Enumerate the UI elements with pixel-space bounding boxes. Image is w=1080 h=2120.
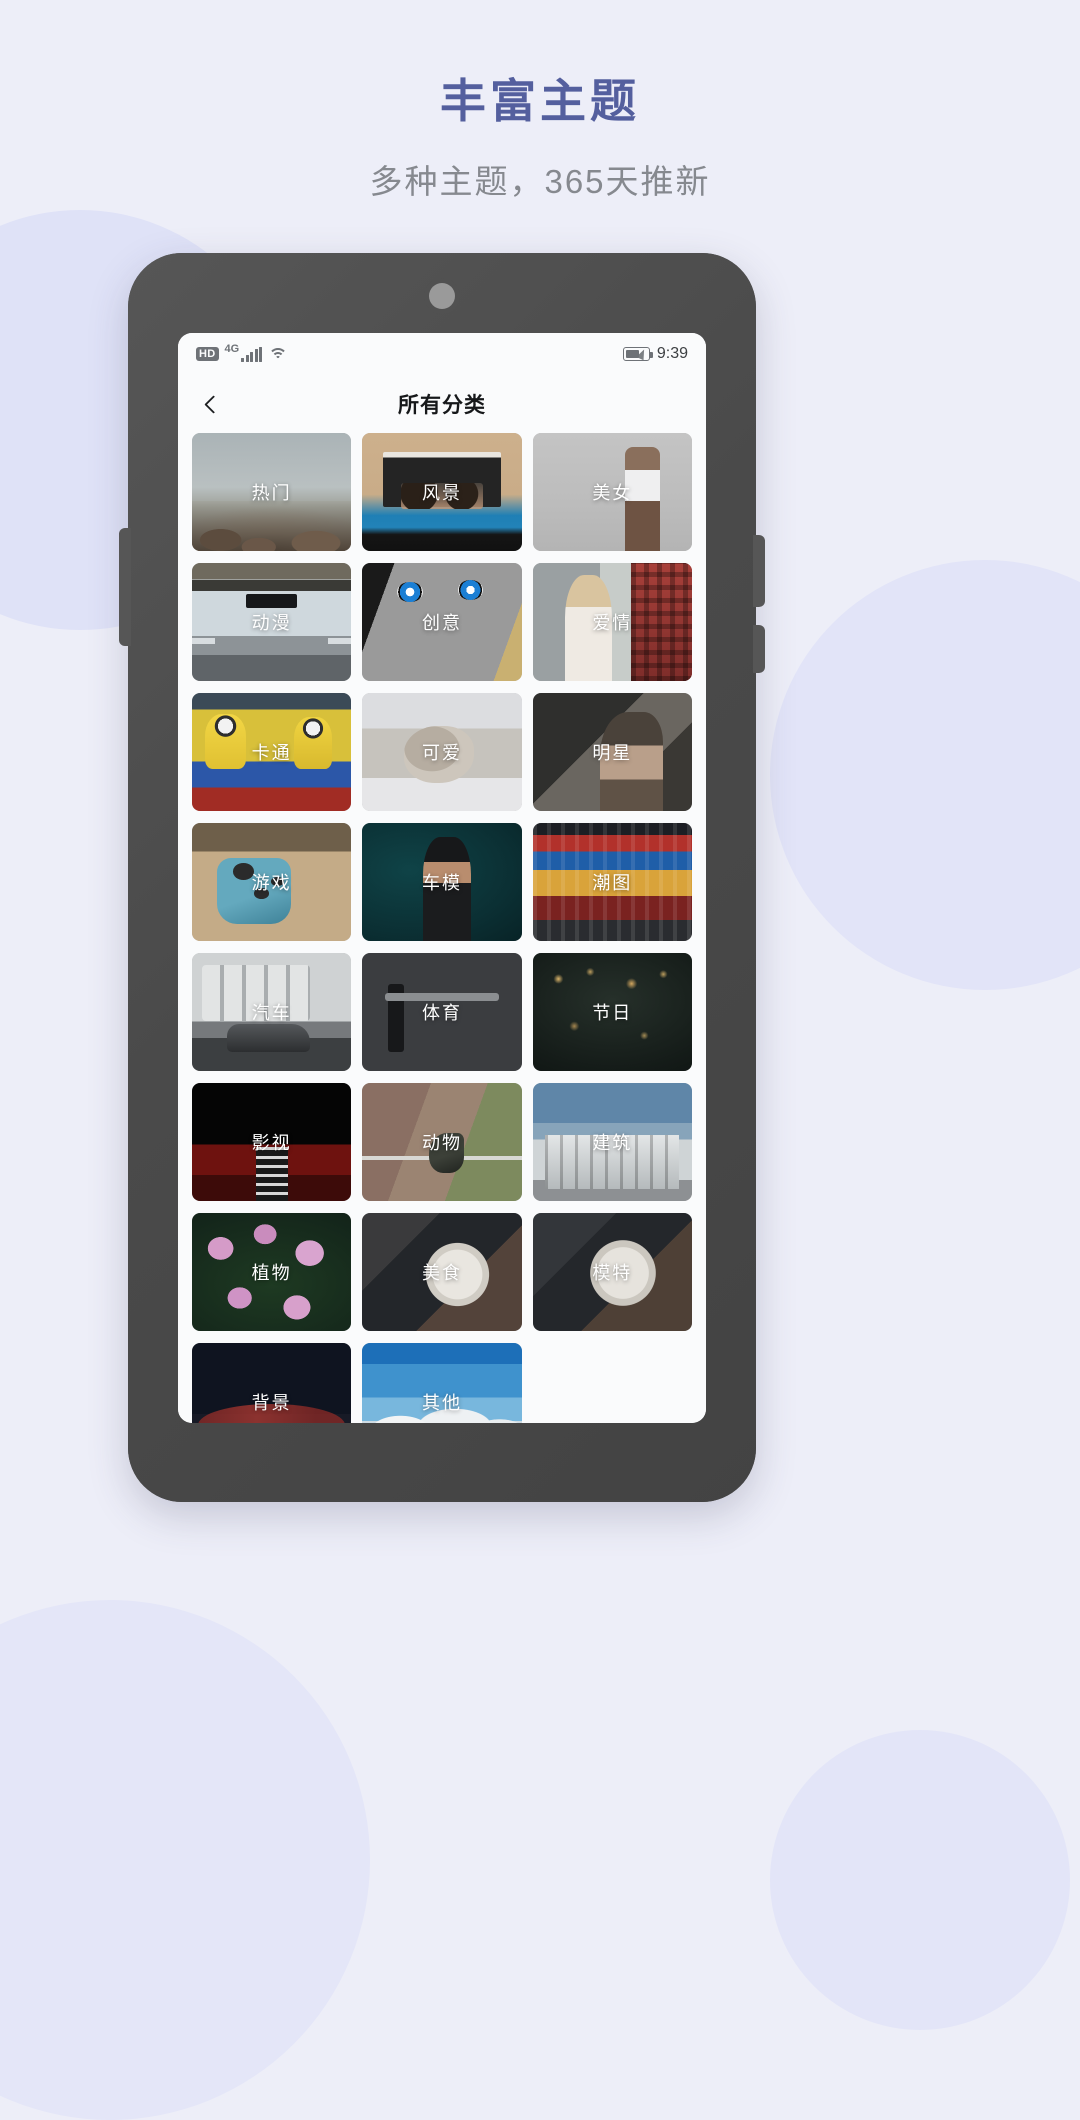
category-card[interactable]: 模特	[532, 1213, 692, 1331]
category-label: 其他	[421, 1393, 462, 1413]
category-grid-scroll[interactable]: 热门 风景 美女动漫 创意 爱情卡通 可爱 明星游戏 车模 潮图汽车 体育 节日影视 动物 建筑植物 美食…	[178, 433, 706, 1423]
category-card[interactable]: 汽车	[192, 953, 352, 1071]
category-label: 模特	[592, 1263, 633, 1283]
signal-bars-icon	[241, 346, 263, 362]
category-card[interactable]: 其他	[362, 1343, 522, 1423]
category-card[interactable]: 背景	[192, 1343, 352, 1423]
battery-charging-icon	[622, 347, 653, 361]
category-card[interactable]: 动漫	[192, 563, 352, 681]
category-label: 游戏	[251, 873, 292, 893]
power-button-right[interactable]	[753, 535, 765, 607]
category-label: 潮图	[592, 873, 633, 893]
category-card[interactable]: 游戏	[192, 823, 352, 941]
back-button[interactable]	[188, 381, 234, 427]
page-title: 所有分类	[398, 394, 486, 417]
category-label: 热门	[251, 483, 292, 503]
extra-button-right[interactable]	[753, 625, 765, 673]
category-card[interactable]: 可爱	[362, 693, 522, 811]
category-card[interactable]: 卡通	[192, 693, 352, 811]
category-card[interactable]: 动物	[362, 1083, 522, 1201]
category-card[interactable]: 明星	[532, 693, 692, 811]
hd-icon: HD	[196, 347, 219, 361]
category-label: 美女	[592, 483, 633, 503]
category-label: 节日	[592, 1003, 633, 1023]
wifi-icon	[268, 347, 288, 362]
phone-screen: HD 4G 9:39 所有分类 热门 风景 美女动漫 创意 爱情卡通 可爱 明星游戏 车模 潮图…	[178, 333, 706, 1423]
category-card[interactable]: 体育	[362, 953, 522, 1071]
category-card[interactable]: 爱情	[532, 563, 692, 681]
category-card[interactable]: 创意	[362, 563, 522, 681]
background-blob-bottom-right	[770, 1730, 1070, 2030]
category-label: 植物	[251, 1263, 292, 1283]
category-label: 可爱	[421, 743, 462, 763]
background-blob-right	[770, 560, 1080, 990]
category-label: 明星	[592, 743, 633, 763]
category-label: 体育	[421, 1003, 462, 1023]
category-label: 车模	[421, 873, 462, 893]
category-card[interactable]: 风景	[362, 433, 522, 551]
category-card[interactable]: 热门	[192, 433, 352, 551]
category-card[interactable]: 节日	[532, 953, 692, 1071]
promo-title: 丰富主题	[440, 75, 640, 127]
background-blob-bottom	[0, 1600, 370, 2120]
category-label: 汽车	[251, 1003, 292, 1023]
network-type-label: 4G	[224, 343, 240, 355]
front-camera-icon	[429, 283, 455, 309]
category-label: 爱情	[592, 613, 633, 633]
category-label: 美食	[421, 1263, 462, 1283]
status-bar-left: HD 4G	[196, 343, 288, 362]
category-label: 动漫	[251, 613, 292, 633]
phone-device-mockup: HD 4G 9:39 所有分类 热门 风景 美女动漫 创意 爱情卡通 可爱 明星游戏 车模 潮图…	[119, 253, 765, 1502]
category-card[interactable]: 美女	[532, 433, 692, 551]
category-label: 创意	[421, 613, 462, 633]
category-card[interactable]: 影视	[192, 1083, 352, 1201]
category-card[interactable]: 植物	[192, 1213, 352, 1331]
category-card[interactable]: 建筑	[532, 1083, 692, 1201]
app-bar: 所有分类	[178, 375, 706, 433]
status-bar-right: 9:39	[622, 345, 688, 363]
category-card[interactable]: 潮图	[532, 823, 692, 941]
category-label: 背景	[251, 1393, 292, 1413]
category-grid: 热门 风景 美女动漫 创意 爱情卡通 可爱 明星游戏 车模 潮图汽车 体育 节日影视 动物 建筑植物 美食…	[192, 433, 692, 1423]
category-card[interactable]: 车模	[362, 823, 522, 941]
category-card[interactable]: 美食	[362, 1213, 522, 1331]
category-label: 风景	[421, 483, 462, 503]
promo-subtitle: 多种主题，365天推新	[369, 163, 711, 201]
status-bar-clock: 9:39	[656, 345, 688, 362]
status-bar: HD 4G 9:39	[178, 333, 706, 375]
category-label: 影视	[251, 1133, 292, 1153]
chevron-left-icon	[203, 394, 223, 414]
promo-header: 丰富主题 多种主题，365天推新	[0, 0, 1080, 203]
category-label: 建筑	[592, 1133, 633, 1153]
category-label: 动物	[421, 1133, 462, 1153]
volume-button-left[interactable]	[119, 528, 131, 646]
category-label: 卡通	[251, 743, 292, 763]
